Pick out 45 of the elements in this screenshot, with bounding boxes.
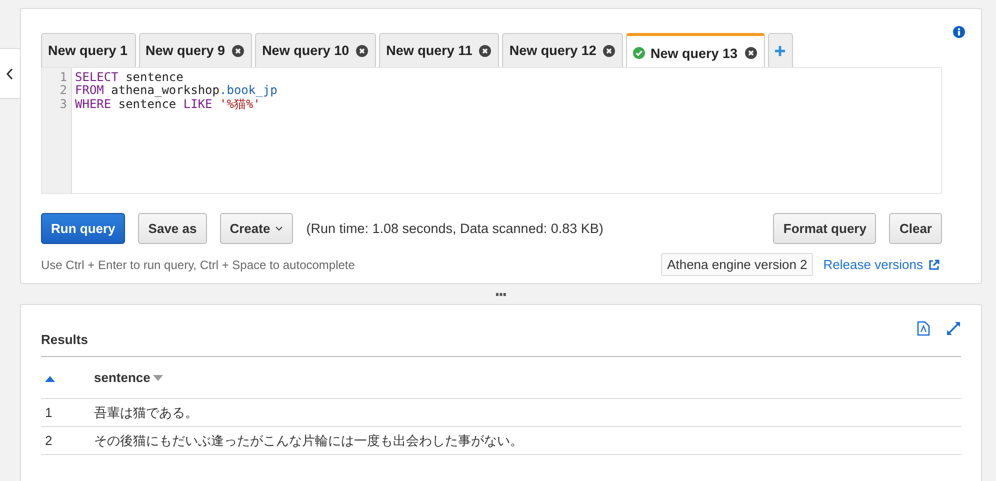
run-button[interactable]: Run query (41, 213, 126, 244)
close-icon[interactable] (232, 44, 244, 56)
sort-down-icon (153, 374, 164, 380)
caret-icon (275, 226, 284, 231)
drag-handle-icon[interactable] (496, 292, 506, 296)
info-icon[interactable] (953, 26, 965, 38)
table-cell: 吾輩は猫である。 (94, 404, 198, 420)
release-link[interactable]: Release versions (823, 257, 940, 272)
hint-text: Use Ctrl + Enter to run query, Ctrl + Space to autocomplete (41, 258, 355, 272)
toolbar-button[interactable]: Clear (889, 213, 942, 244)
sort-up-icon[interactable] (45, 376, 55, 382)
code-line: SELECT sentence (75, 71, 184, 84)
code-editor[interactable]: 1 2 3 SELECT sentence FROM athena_workshop.book_jp WHERE sentence LIKE '%猫%' (41, 67, 942, 194)
chevron-left-icon (6, 68, 14, 80)
code-line: FROM athena_workshop.book_jp (75, 84, 278, 98)
query-tab[interactable]: New query 11 (379, 33, 500, 67)
add-tab-button[interactable] (768, 33, 792, 67)
line-number: 1 (58, 71, 68, 84)
line-number: 3 (58, 98, 68, 112)
query-tab[interactable]: New query 9 (138, 33, 252, 67)
results-title: Results (41, 332, 88, 347)
row-number: 2 (45, 433, 52, 448)
engine-version: Athena engine version 2 (661, 253, 814, 276)
document-icon[interactable] (917, 321, 930, 336)
table-cell: その後猫にもだいぶ逢ったがこんな片輪には一度も出会わした事がない。 (94, 432, 523, 448)
code-line: WHERE sentence LIKE '%猫%' (75, 98, 260, 112)
query-tab[interactable]: New query 1 (41, 33, 136, 67)
run-info: (Run time: 1.08 seconds, Data scanned: 0.83 KB) (306, 221, 604, 236)
plus-icon (774, 44, 786, 56)
close-icon[interactable] (479, 44, 492, 56)
query-tab[interactable]: New query 13 (626, 33, 764, 67)
close-icon[interactable] (603, 44, 616, 56)
query-tab[interactable]: New query 10 (255, 33, 376, 67)
row-number: 1 (45, 405, 52, 420)
line-number: 2 (58, 84, 68, 98)
external-link-icon (928, 258, 940, 270)
toolbar-button[interactable]: Format query (773, 213, 876, 244)
close-icon[interactable] (744, 47, 756, 59)
dropdown-button[interactable]: Create (220, 213, 294, 244)
column-header[interactable]: sentence (94, 370, 164, 385)
close-icon[interactable] (356, 44, 368, 56)
expand-icon[interactable] (946, 321, 961, 336)
save-button[interactable]: Save as (138, 213, 207, 244)
query-tab[interactable]: New query 12 (502, 33, 624, 67)
check-circle-icon (633, 47, 646, 59)
